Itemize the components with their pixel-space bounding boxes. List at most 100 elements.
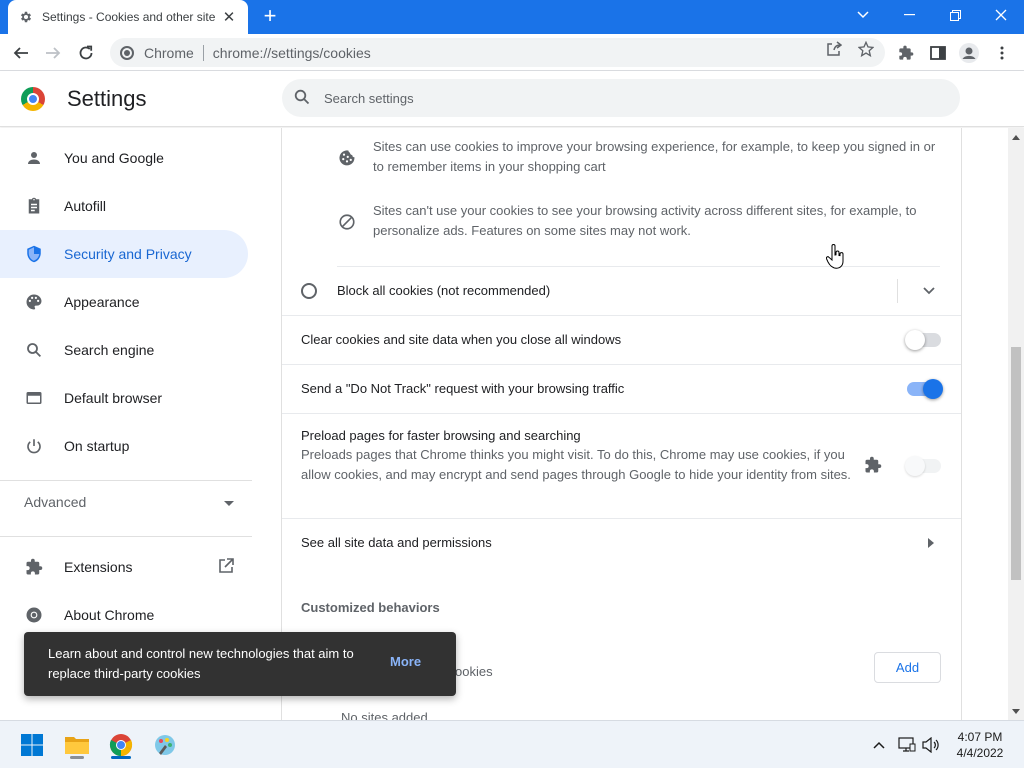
address-bar[interactable]: Chrome chrome://settings/cookies bbox=[110, 38, 885, 67]
tab-close-icon[interactable]: ✕ bbox=[220, 8, 238, 26]
scroll-up-arrow-icon[interactable] bbox=[1011, 132, 1021, 142]
clear-on-close-toggle[interactable] bbox=[905, 330, 941, 350]
scroll-thumb[interactable] bbox=[1011, 347, 1021, 580]
browser-toolbar: Chrome chrome://settings/cookies bbox=[0, 34, 1024, 71]
title-bar: Settings - Cookies and other site ✕ + bbox=[0, 0, 1024, 34]
tab-search-icon[interactable] bbox=[840, 0, 886, 30]
profile-avatar-icon[interactable] bbox=[959, 43, 979, 63]
expand-chevron-icon[interactable] bbox=[922, 283, 936, 300]
see-all-site-data-row[interactable]: See all site data and permissions bbox=[282, 519, 961, 567]
toast-message: Learn about and control new technologies… bbox=[48, 646, 354, 681]
cookie-allowed-description: Sites can use cookies to improve your br… bbox=[373, 139, 936, 174]
preload-description: Preloads pages that Chrome thinks you mi… bbox=[301, 447, 851, 482]
network-icon[interactable] bbox=[897, 735, 917, 755]
advanced-label: Advanced bbox=[24, 494, 87, 510]
reload-icon[interactable] bbox=[73, 40, 99, 66]
chevron-up-icon[interactable] bbox=[869, 735, 889, 755]
gear-icon bbox=[18, 9, 34, 25]
vertical-separator bbox=[897, 279, 898, 303]
sidebar-item-label: Appearance bbox=[64, 294, 140, 310]
sidebar-item-label: Search engine bbox=[64, 342, 155, 358]
tab-title: Settings - Cookies and other site bbox=[42, 10, 216, 24]
extension-managed-icon[interactable] bbox=[864, 456, 882, 477]
back-arrow-icon[interactable] bbox=[8, 40, 34, 66]
block-all-radio[interactable] bbox=[301, 283, 317, 299]
sidebar-item-you-and-google[interactable]: You and Google bbox=[0, 134, 248, 182]
block-all-cookies-row[interactable]: Block all cookies (not recommended) bbox=[282, 267, 961, 315]
cookie-icon bbox=[337, 148, 357, 168]
taskbar-clock[interactable]: 4:07 PM 4/4/2022 bbox=[945, 729, 1015, 761]
volume-icon[interactable] bbox=[921, 735, 941, 755]
windows-start-icon[interactable] bbox=[16, 729, 48, 761]
block-icon bbox=[337, 212, 357, 232]
scroll-down-arrow-icon[interactable] bbox=[1011, 706, 1021, 716]
sidebar-item-label: Security and Privacy bbox=[64, 246, 192, 262]
page-scrollbar[interactable] bbox=[1008, 128, 1024, 720]
person-icon bbox=[24, 148, 44, 168]
windows-taskbar: 4:07 PM 4/4/2022 bbox=[0, 720, 1024, 768]
forward-arrow-icon[interactable] bbox=[40, 40, 66, 66]
hand-cursor-icon bbox=[825, 244, 846, 270]
file-explorer-icon[interactable] bbox=[61, 729, 93, 761]
page-title: Settings bbox=[67, 86, 147, 111]
do-not-track-label: Send a "Do Not Track" request with your … bbox=[301, 381, 625, 396]
do-not-track-row[interactable]: Send a "Do Not Track" request with your … bbox=[282, 365, 961, 413]
close-window-button[interactable] bbox=[978, 0, 1024, 30]
sidebar-advanced-toggle[interactable]: Advanced bbox=[24, 494, 234, 510]
paint-app-icon[interactable] bbox=[149, 729, 181, 761]
omnibox-site-label: Chrome bbox=[144, 44, 194, 61]
settings-header: Settings Search settings bbox=[0, 71, 1024, 127]
omnibox-url[interactable]: chrome://settings/cookies bbox=[213, 45, 371, 61]
share-icon[interactable] bbox=[825, 40, 843, 58]
search-placeholder: Search settings bbox=[324, 90, 414, 106]
restore-button[interactable] bbox=[932, 0, 978, 30]
sidebar-item-appearance[interactable]: Appearance bbox=[0, 278, 248, 326]
active-indicator bbox=[111, 756, 131, 759]
clear-on-close-row[interactable]: Clear cookies and site data when you clo… bbox=[282, 316, 961, 364]
preload-row: Preload pages for faster browsing and se… bbox=[282, 414, 961, 518]
minimize-button[interactable] bbox=[886, 0, 932, 30]
omnibox-separator bbox=[202, 44, 204, 61]
shield-icon bbox=[24, 244, 44, 264]
customized-behaviors-title: Customized behaviors bbox=[301, 600, 440, 615]
sidebar-item-default-browser[interactable]: Default browser bbox=[0, 374, 248, 422]
more-menu-icon[interactable] bbox=[992, 43, 1012, 63]
sidebar-item-search-engine[interactable]: Search engine bbox=[0, 326, 248, 374]
open-in-new-icon bbox=[218, 557, 234, 577]
sidebar-item-label: About Chrome bbox=[64, 607, 155, 623]
search-settings-input[interactable]: Search settings bbox=[282, 79, 960, 117]
sidebar-item-label: Extensions bbox=[64, 559, 133, 575]
block-all-label: Block all cookies (not recommended) bbox=[337, 283, 551, 298]
chrome-site-icon bbox=[120, 45, 134, 60]
clear-on-close-label: Clear cookies and site data when you clo… bbox=[301, 332, 622, 347]
sidebar-item-autofill[interactable]: Autofill bbox=[0, 182, 248, 230]
clipboard-icon bbox=[24, 196, 44, 216]
power-icon bbox=[24, 436, 44, 456]
sidebar-item-extensions[interactable]: Extensions bbox=[0, 543, 248, 591]
no-sites-label: No sites added bbox=[341, 710, 428, 720]
add-site-button[interactable]: Add bbox=[874, 652, 941, 683]
see-all-site-data-label: See all site data and permissions bbox=[301, 535, 492, 550]
do-not-track-toggle[interactable] bbox=[907, 379, 943, 399]
partial-row-label: ookies bbox=[455, 664, 493, 679]
extensions-icon bbox=[24, 557, 44, 577]
browser-window-icon bbox=[24, 388, 44, 408]
toast-more-button[interactable]: More bbox=[390, 654, 421, 669]
sidebar-item-on-startup[interactable]: On startup bbox=[0, 422, 248, 470]
extensions-icon[interactable] bbox=[896, 43, 916, 63]
clock-date: 4/4/2022 bbox=[956, 746, 1004, 760]
caret-down-icon bbox=[224, 494, 234, 510]
chrome-taskbar-icon[interactable] bbox=[105, 729, 137, 761]
preload-label: Preload pages for faster browsing and se… bbox=[301, 428, 581, 443]
clock-time: 4:07 PM bbox=[957, 730, 1003, 744]
browser-tab[interactable]: Settings - Cookies and other site ✕ bbox=[8, 0, 248, 34]
cookie-blocked-description: Sites can't use your cookies to see your… bbox=[373, 203, 917, 238]
preload-toggle[interactable] bbox=[905, 456, 941, 476]
side-panel-icon[interactable] bbox=[928, 43, 948, 63]
bookmark-star-icon[interactable] bbox=[857, 40, 875, 58]
search-icon bbox=[24, 340, 44, 360]
sidebar-item-label: Default browser bbox=[64, 390, 163, 406]
new-tab-button[interactable]: + bbox=[259, 5, 281, 28]
sidebar-item-security-and-privacy[interactable]: Security and Privacy bbox=[0, 230, 248, 278]
sidebar-item-label: Autofill bbox=[64, 198, 107, 214]
